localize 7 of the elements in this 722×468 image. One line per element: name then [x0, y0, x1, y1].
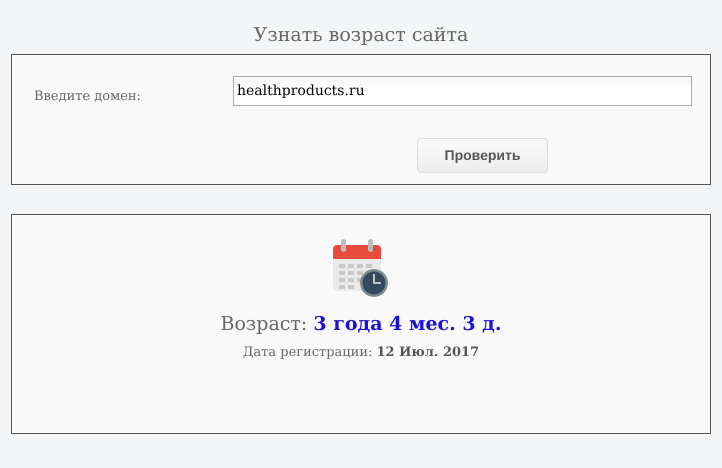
- calendar-clock-icon: [331, 237, 391, 299]
- check-button[interactable]: Проверить: [417, 138, 548, 172]
- page-title: Узнать возраст сайта: [254, 24, 468, 46]
- domain-field[interactable]: healthproducts.ru: [233, 76, 692, 106]
- registration-date: Дата регистрации: 12 Июл. 2017: [242, 345, 480, 360]
- domain-label: Введите домен:: [34, 89, 142, 104]
- age-text: Возраст: 3 года 4 мес. 3 д.: [220, 313, 502, 335]
